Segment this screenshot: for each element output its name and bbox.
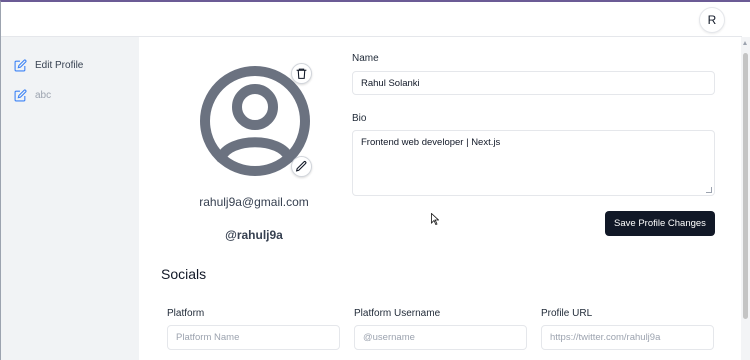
sidebar-item-label: abc: [35, 90, 52, 101]
sidebar-item-abc[interactable]: abc: [14, 89, 51, 102]
sidebar: Edit Profile abc: [1, 37, 139, 360]
top-bar: R: [1, 2, 742, 37]
bio-textarea[interactable]: Frontend web developer | Next.js: [352, 130, 715, 196]
save-profile-button[interactable]: Save Profile Changes: [605, 211, 715, 236]
name-input-value: Rahul Solanki: [361, 77, 420, 89]
edit-photo-button[interactable]: [291, 156, 312, 177]
edit-icon: [14, 89, 27, 102]
user-avatar-button[interactable]: R: [699, 7, 725, 33]
bio-textarea-value: Frontend web developer | Next.js: [361, 137, 501, 148]
profile-url-input[interactable]: https://twitter.com/rahulj9a: [541, 325, 714, 350]
platform-name-input[interactable]: Platform Name: [167, 325, 340, 350]
sidebar-item-label: Edit Profile: [35, 60, 84, 71]
profile-url-label: Profile URL: [541, 308, 593, 319]
resize-handle-icon[interactable]: [706, 187, 712, 193]
profile-email: rahulj9a@gmail.com: [199, 195, 309, 209]
socials-heading: Socials: [161, 266, 207, 282]
platform-username-placeholder: @username: [363, 332, 415, 343]
profile-handle: @rahulj9a: [225, 228, 283, 242]
name-input[interactable]: Rahul Solanki: [352, 71, 715, 95]
scrollbar-thumb[interactable]: [743, 53, 748, 319]
avatar-initial: R: [707, 13, 717, 27]
name-label: Name: [352, 53, 379, 64]
scroll-up-icon[interactable]: [743, 41, 747, 45]
edit-icon: [14, 59, 27, 72]
bio-label: Bio: [352, 113, 367, 124]
app-frame: R Edit Profile abc rahulj9a@gmail.com @r…: [0, 0, 750, 360]
vertical-scrollbar[interactable]: [741, 37, 750, 360]
main-content: rahulj9a@gmail.com @rahulj9a Name Rahul …: [139, 37, 742, 360]
trash-icon: [296, 68, 307, 79]
platform-username-input[interactable]: @username: [354, 325, 527, 350]
sidebar-item-edit-profile[interactable]: Edit Profile: [14, 59, 83, 72]
delete-photo-button[interactable]: [291, 63, 312, 84]
platform-name-placeholder: Platform Name: [176, 332, 240, 343]
pencil-icon: [295, 161, 307, 172]
platform-label: Platform: [167, 308, 205, 319]
mouse-cursor-icon: [431, 213, 439, 225]
platform-username-label: Platform Username: [354, 308, 441, 319]
profile-url-placeholder: https://twitter.com/rahulj9a: [550, 332, 661, 343]
